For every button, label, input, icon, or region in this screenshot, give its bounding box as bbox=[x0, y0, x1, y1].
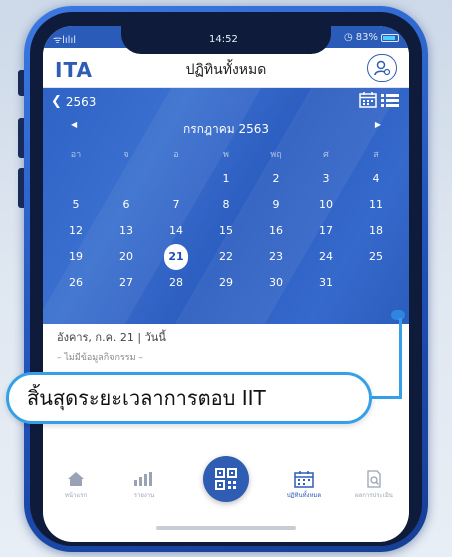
calendar-day[interactable]: 16 bbox=[251, 218, 301, 244]
calendar-day[interactable]: 26 bbox=[51, 270, 101, 296]
calendar-day[interactable]: 7 bbox=[151, 192, 201, 218]
qr-code-icon bbox=[215, 468, 237, 490]
no-activity-text: – ไม่มีข้อมูลกิจกรรม – bbox=[57, 353, 143, 363]
tab-label: ปฏิทินทั้งหมด bbox=[286, 492, 322, 499]
calendar-day[interactable]: 29 bbox=[201, 270, 251, 296]
weekday-label: พฤ bbox=[270, 150, 282, 160]
qr-scan-button[interactable] bbox=[203, 456, 249, 502]
calendar-day[interactable]: 31 bbox=[301, 270, 351, 296]
list-view-icon[interactable] bbox=[381, 92, 399, 108]
callout-connector bbox=[372, 396, 402, 399]
view-toggle bbox=[359, 92, 399, 108]
calendar-day[interactable]: 21 bbox=[151, 244, 201, 270]
calendar-day[interactable]: 14 bbox=[151, 218, 201, 244]
chart-icon bbox=[134, 472, 152, 486]
selected-date-label: อังคาร, ก.ค. 21 | วันนี้ bbox=[57, 331, 166, 344]
calendar-day[interactable]: 4 bbox=[351, 166, 401, 192]
calendar-day bbox=[51, 166, 101, 192]
alarm-icon: ◷ bbox=[344, 32, 353, 43]
calendar-day[interactable]: 25 bbox=[351, 244, 401, 270]
weekday-header: อา จ อ พ พฤ ศ ส bbox=[51, 144, 401, 166]
chevron-left-icon: ❮ bbox=[51, 94, 62, 109]
calendar-day[interactable]: 22 bbox=[201, 244, 251, 270]
tab-label: ผลการประเมิน bbox=[355, 492, 393, 499]
weekday-label: พ bbox=[223, 150, 229, 160]
app-header: ITA ปฏิทินทั้งหมด bbox=[43, 48, 409, 88]
callout-annotation: สิ้นสุดระยะเวลาการตอบ IIT bbox=[6, 372, 372, 424]
next-month-button[interactable]: ▶ bbox=[375, 120, 381, 129]
calendar-day[interactable]: 3 bbox=[301, 166, 351, 192]
calendar-day[interactable]: 1 bbox=[201, 166, 251, 192]
today-day-marker[interactable]: 21 bbox=[164, 244, 188, 270]
calendar-day[interactable]: 10 bbox=[301, 192, 351, 218]
year-label: 2563 bbox=[65, 94, 97, 109]
calendar-day[interactable]: 5 bbox=[51, 192, 101, 218]
callout-connector bbox=[399, 318, 402, 398]
battery-indicator: ◷ 83% bbox=[344, 32, 399, 43]
calendar-day[interactable]: 9 bbox=[251, 192, 301, 218]
document-search-icon bbox=[367, 470, 381, 488]
calendar-week-row: 1234 bbox=[51, 166, 401, 192]
calendar-day[interactable]: 13 bbox=[101, 218, 151, 244]
calendar-day[interactable]: 28 bbox=[151, 270, 201, 296]
tab-label: หน้าแรก bbox=[64, 492, 88, 499]
calendar-day[interactable]: 8 bbox=[201, 192, 251, 218]
page-title: ปฏิทินทั้งหมด bbox=[185, 62, 267, 78]
calendar-week-row: 19 20 21 22 23 24 25 bbox=[51, 244, 401, 270]
calendar-weeks: 1 2 3 4 5 6 7 8 9 10 11 12 13 14 15 16 17 18 19 20 21 22 23 24 2… bbox=[51, 166, 401, 296]
month-navigator: ◀ กรกฎาคม 2563 ▶ bbox=[43, 120, 409, 138]
selected-date-info: อังคาร, ก.ค. 21 | วันนี้ – ไม่มีข้อมูลกิ… bbox=[57, 328, 166, 364]
status-time: 14:52 bbox=[209, 34, 238, 45]
calendar-day[interactable]: 17 bbox=[301, 218, 351, 244]
profile-button[interactable] bbox=[367, 54, 397, 82]
calendar-day[interactable]: 11 bbox=[351, 192, 401, 218]
calendar-day[interactable]: 12 bbox=[51, 218, 101, 244]
user-icon bbox=[374, 60, 391, 76]
calendar-day[interactable]: 6 bbox=[101, 192, 151, 218]
calendar-view-icon[interactable] bbox=[359, 92, 377, 108]
battery-percent: 83% bbox=[355, 32, 378, 43]
tab-report[interactable]: รายงาน bbox=[119, 468, 169, 500]
weekday-label: ศ bbox=[323, 150, 329, 160]
calendar-day[interactable]: 18 bbox=[351, 218, 401, 244]
home-indicator bbox=[156, 526, 296, 530]
signal-indicator: ᯤlılıl bbox=[53, 35, 77, 46]
calendar-week-row: 5 6 7 8 9 10 11 bbox=[51, 192, 401, 218]
calendar-day[interactable]: 20 bbox=[101, 244, 151, 270]
tab-evaluation[interactable]: ผลการประเมิน bbox=[349, 468, 399, 500]
calendar-grid: อา จ อ พ พฤ ศ ส 1 2 3 4 5 6 7 8 9 10 11 12 13 14 15 16 1… bbox=[51, 144, 401, 296]
calendar-day bbox=[101, 166, 151, 192]
calendar-week-row: 26 27 28 29 30 31 bbox=[51, 270, 401, 296]
calendar-week-row: 12 13 14 15 16 17 18 bbox=[51, 218, 401, 244]
calendar-day bbox=[351, 270, 401, 296]
year-back-button[interactable]: ❮ 2563 bbox=[51, 94, 96, 109]
month-label: กรกฎาคม 2563 bbox=[182, 122, 270, 136]
calendar-day[interactable]: 27 bbox=[101, 270, 151, 296]
weekday-label: ส bbox=[373, 150, 379, 160]
calendar-day[interactable]: 2 bbox=[251, 166, 301, 192]
calendar-day[interactable]: 15 bbox=[201, 218, 251, 244]
calendar-day[interactable]: 24 bbox=[301, 244, 351, 270]
tab-home[interactable]: หน้าแรก bbox=[51, 468, 101, 500]
home-icon bbox=[68, 472, 84, 486]
calendar-panel: ❮ 2563 ◀ กรกฎาคม 2563 ▶ อา จ อ พ พฤ ศ ส … bbox=[43, 88, 409, 324]
calendar-icon bbox=[294, 471, 314, 488]
weekday-label: อา bbox=[70, 150, 82, 160]
battery-icon bbox=[381, 33, 399, 42]
calendar-day[interactable]: 30 bbox=[251, 270, 301, 296]
callout-anchor-dot bbox=[391, 310, 405, 320]
calendar-day[interactable]: 23 bbox=[251, 244, 301, 270]
tab-all-calendar[interactable]: ปฏิทินทั้งหมด bbox=[279, 468, 329, 500]
calendar-day[interactable]: 19 bbox=[51, 244, 101, 270]
weekday-label: อ bbox=[173, 150, 179, 160]
weekday-label: จ bbox=[123, 150, 129, 160]
tab-label: รายงาน bbox=[133, 492, 155, 499]
phone-screen: ᯤlılıl 14:52 ◷ 83% ITA ปฏิทินทั้งหมด ❮ 2… bbox=[43, 26, 409, 542]
calendar-day bbox=[151, 166, 201, 192]
